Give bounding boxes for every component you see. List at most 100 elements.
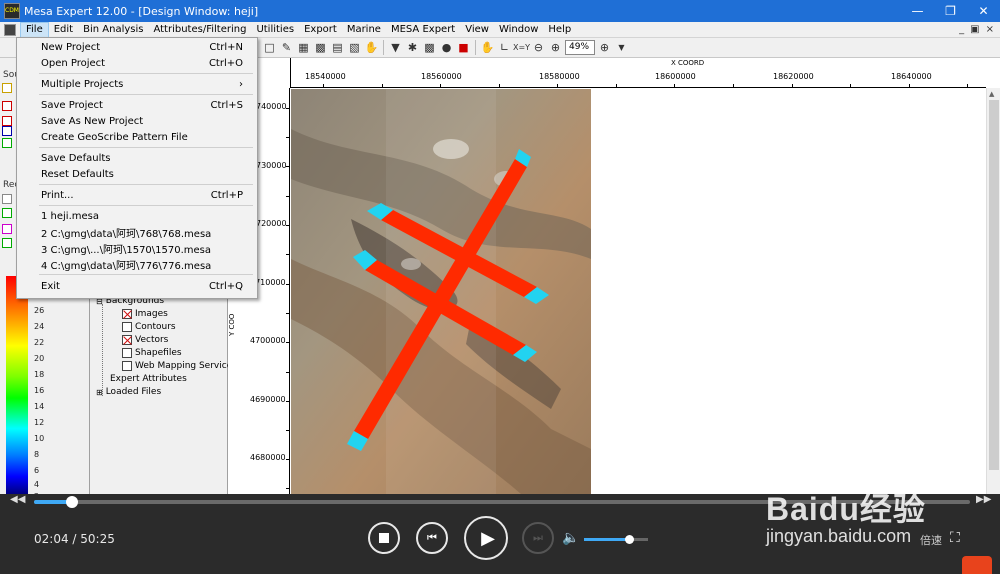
tree-item-wms[interactable]: Web Mapping Services xyxy=(122,361,237,371)
menu-marine[interactable]: Marine xyxy=(342,22,386,38)
y-tick: 4700000 xyxy=(250,336,286,345)
menu-item-open-project[interactable]: Open Project Ctrl+O xyxy=(17,55,257,71)
antenna-icon[interactable]: ▼ xyxy=(388,40,403,55)
next-button[interactable]: ⏭ xyxy=(522,522,554,554)
menu-bin-analysis[interactable]: Bin Analysis xyxy=(78,22,148,38)
bars-icon[interactable]: ▩ xyxy=(422,40,437,55)
source-swatch[interactable] xyxy=(2,101,12,111)
source-swatch[interactable] xyxy=(2,138,12,148)
menu-item-reset-defaults[interactable]: Reset Defaults xyxy=(17,166,257,182)
menu-help[interactable]: Help xyxy=(543,22,576,38)
receiver-swatch[interactable] xyxy=(2,208,12,218)
time-total: 50:25 xyxy=(80,532,115,546)
scroll-up-icon[interactable]: ▲ xyxy=(989,90,994,98)
menu-utilities[interactable]: Utilities xyxy=(251,22,299,38)
submenu-arrow-icon: › xyxy=(239,78,243,90)
menu-item-create-geoscribe-pattern[interactable]: Create GeoScribe Pattern File xyxy=(17,129,257,145)
menu-item-recent-1[interactable]: 1 heji.mesa xyxy=(17,208,257,224)
stop-button[interactable] xyxy=(368,522,400,554)
xy-icon[interactable]: X=Y xyxy=(513,40,530,55)
y-axis-title: Y COO xyxy=(228,313,236,336)
menu-mesa-expert[interactable]: MESA Expert xyxy=(386,22,460,38)
menu-item-multiple-projects[interactable]: Multiple Projects › xyxy=(17,76,257,92)
zoom-level-input[interactable]: 49% xyxy=(565,40,595,55)
vertical-scrollbar[interactable]: ▲ xyxy=(986,88,1000,494)
tree-item-contours[interactable]: Contours xyxy=(122,322,176,332)
map-canvas[interactable] xyxy=(291,89,591,494)
menu-export[interactable]: Export xyxy=(299,22,342,38)
menu-attributes-filtering[interactable]: Attributes/Filtering xyxy=(148,22,251,38)
menu-item-save-as-new-project[interactable]: Save As New Project xyxy=(17,113,257,129)
time-current: 02:04 xyxy=(34,532,69,546)
tree-item-vectors[interactable]: Vectors xyxy=(122,335,168,345)
scroll-thumb[interactable] xyxy=(989,100,999,470)
pan-icon[interactable]: ✋ xyxy=(480,40,495,55)
images-checkbox[interactable] xyxy=(122,309,132,319)
globe-icon[interactable]: ● xyxy=(439,40,454,55)
receiver-swatch[interactable] xyxy=(2,238,12,248)
x-axis-title: X COORD xyxy=(671,59,705,67)
seek-back-icon[interactable]: ◀◀ xyxy=(10,494,25,505)
select-icon[interactable]: □ xyxy=(262,40,277,55)
mdi-minimize-icon[interactable]: _ xyxy=(959,24,964,35)
vectors-checkbox[interactable] xyxy=(122,335,132,345)
contours-checkbox[interactable] xyxy=(122,322,132,332)
minimize-icon[interactable]: — xyxy=(901,0,934,22)
receiver-swatch[interactable] xyxy=(2,224,12,234)
time-display: 02:04 / 50:25 xyxy=(34,532,115,546)
mdi-restore-icon[interactable]: ▣ xyxy=(970,24,979,35)
tree-item-shapefiles[interactable]: Shapefiles xyxy=(122,348,182,358)
stop-icon[interactable]: ■ xyxy=(456,40,471,55)
progress-knob[interactable] xyxy=(66,496,79,508)
menu-edit[interactable]: Edit xyxy=(49,22,78,38)
document-icon[interactable] xyxy=(4,23,16,36)
menu-item-save-project[interactable]: Save Project Ctrl+S xyxy=(17,97,257,113)
menu-file[interactable]: File xyxy=(20,21,49,38)
menu-item-recent-3[interactable]: 3 C:\gmg\...\阿珂\1570\1570.mesa xyxy=(17,240,257,256)
close-icon[interactable]: ✕ xyxy=(967,0,1000,22)
volume-knob[interactable] xyxy=(624,535,634,544)
edit-icon[interactable]: ✎ xyxy=(279,40,294,55)
menu-item-recent-2[interactable]: 2 C:\gmg\data\阿珂\768\768.mesa xyxy=(17,224,257,240)
source-swatch[interactable] xyxy=(2,83,12,93)
chart-icon[interactable]: ▤ xyxy=(330,40,345,55)
layers-icon[interactable]: ▩ xyxy=(313,40,328,55)
restore-icon[interactable]: ❐ xyxy=(934,0,967,22)
menu-item-new-project[interactable]: New Project Ctrl+N xyxy=(17,39,257,55)
tree-item-images[interactable]: Images xyxy=(122,309,168,319)
mdi-close-icon[interactable]: × xyxy=(986,24,994,35)
volume-icon[interactable]: 🔈 xyxy=(562,530,579,546)
grid-icon[interactable]: ▦ xyxy=(296,40,311,55)
menu-item-recent-4[interactable]: 4 C:\gmg\data\阿珂\776\776.mesa xyxy=(17,256,257,272)
shapefiles-checkbox[interactable] xyxy=(122,348,132,358)
volume-slider[interactable] xyxy=(584,535,648,544)
chevron-down-icon[interactable]: ▼ xyxy=(614,40,629,55)
table-icon[interactable]: ▧ xyxy=(347,40,362,55)
zoom-out-icon[interactable]: ⊖ xyxy=(531,40,546,55)
colorbar-tick: 26 xyxy=(34,306,45,315)
tree-node-expert-attributes[interactable]: Expert Attributes xyxy=(110,374,187,384)
file-menu-dropdown: New Project Ctrl+N Open Project Ctrl+O M… xyxy=(16,37,258,299)
menu-item-save-defaults[interactable]: Save Defaults xyxy=(17,150,257,166)
star-icon[interactable]: ✱ xyxy=(405,40,420,55)
source-swatch[interactable] xyxy=(2,116,12,126)
expand-icon[interactable]: ⊞ xyxy=(96,388,103,397)
menu-item-print[interactable]: Print... Ctrl+P xyxy=(17,187,257,203)
logo-icon xyxy=(962,556,992,574)
seek-forward-icon[interactable]: ▶▶ xyxy=(976,494,991,505)
design-window: X COORD 18540000 18560000 18580000 18600… xyxy=(228,58,1000,494)
previous-button[interactable]: ⏮ xyxy=(416,522,448,554)
ruler-icon[interactable]: ∟ xyxy=(497,40,512,55)
zoom-in-icon[interactable]: ⊕ xyxy=(548,40,563,55)
hand-icon[interactable]: ✋ xyxy=(364,40,379,55)
menu-window[interactable]: Window xyxy=(494,22,543,38)
wms-checkbox[interactable] xyxy=(122,361,132,371)
play-button[interactable]: ▶ xyxy=(464,516,508,560)
tree-node-loaded-files[interactable]: ⊞ Loaded Files xyxy=(96,387,161,397)
source-swatch[interactable] xyxy=(2,126,12,136)
zoom-fit-icon[interactable]: ⊕ xyxy=(597,40,612,55)
menu-item-exit[interactable]: Exit Ctrl+Q xyxy=(17,278,257,294)
receiver-swatch[interactable] xyxy=(2,194,12,204)
menu-view[interactable]: View xyxy=(460,22,494,38)
y-tick: 4680000 xyxy=(250,453,286,462)
